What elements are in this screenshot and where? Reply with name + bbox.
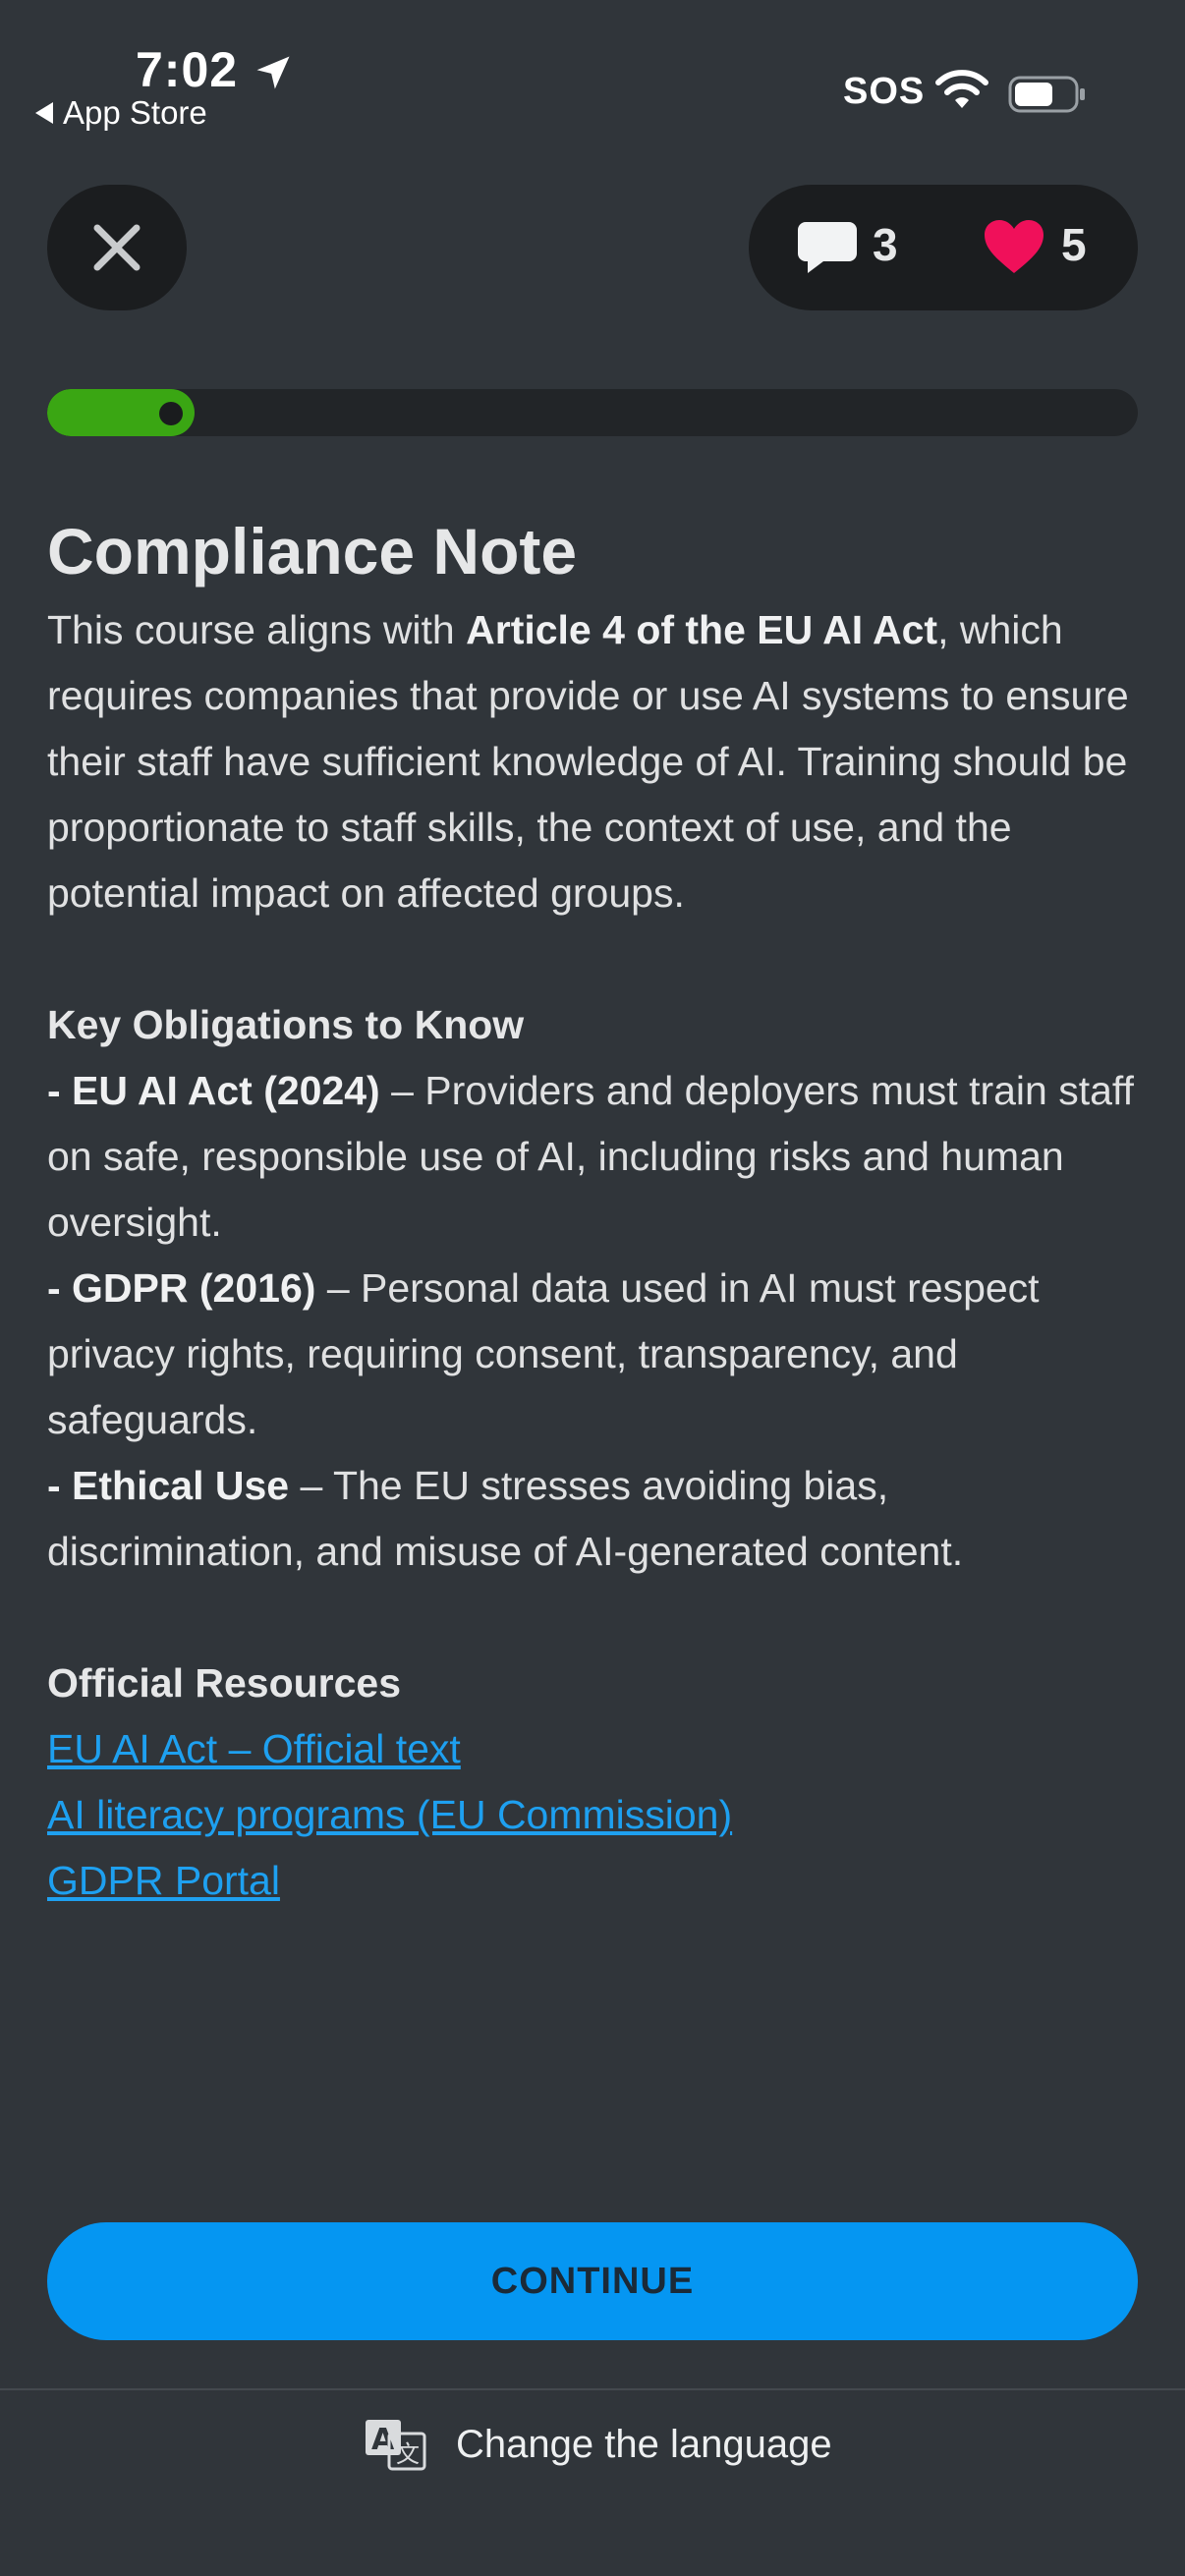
obligation-item: - EU AI Act (2024) – Providers and deplo… [47, 1058, 1148, 1256]
footer-divider [0, 2388, 1185, 2390]
hearts-count: 5 [1061, 219, 1087, 270]
back-to-app-store[interactable]: App Store [35, 94, 207, 132]
heart-icon[interactable] [983, 218, 1045, 277]
translate-icon: A 文 [366, 2420, 426, 2471]
continue-button[interactable]: CONTINUE [47, 2222, 1138, 2340]
wifi-icon [935, 70, 988, 108]
change-language-label: Change the language [456, 2422, 832, 2466]
svg-text:文: 文 [396, 2440, 420, 2468]
obligation-label: - EU AI Act (2024) [47, 1068, 380, 1113]
resources-heading: Official Resources [47, 1660, 402, 1706]
status-time: 7:02 [136, 42, 239, 97]
link-eu-ai-act[interactable]: EU AI Act – Official text [47, 1716, 1148, 1782]
location-arrow-icon [256, 56, 290, 89]
lesson-progress-bar [47, 389, 1138, 436]
close-button[interactable] [47, 185, 187, 310]
obligations-heading: Key Obligations to Know [47, 1002, 525, 1047]
comments-count: 3 [873, 219, 898, 270]
svg-text:A: A [371, 2423, 395, 2457]
intro-text-1: This course aligns with [47, 607, 467, 652]
status-bar: 7:02 App Store SOS [0, 0, 1185, 157]
link-ai-literacy-programs[interactable]: AI literacy programs (EU Commission) [47, 1782, 1148, 1848]
obligation-item: - GDPR (2016) – Personal data used in AI… [47, 1256, 1148, 1453]
back-triangle-icon [35, 102, 53, 124]
obligation-label: - GDPR (2016) [47, 1265, 316, 1311]
progress-indicator-dot [159, 402, 183, 425]
obligation-item: - Ethical Use – The EU stresses avoiding… [47, 1453, 1148, 1585]
page-title: Compliance Note [47, 515, 578, 588]
comment-icon[interactable] [796, 218, 859, 277]
carrier-sos: SOS [843, 71, 926, 112]
intro-text-2: , which requires companies that provide … [47, 607, 1129, 916]
intro-bold-article: Article 4 of the EU AI Act [466, 607, 938, 652]
intro-paragraph: This course aligns with Article 4 of the… [47, 597, 1148, 926]
change-language-button[interactable]: A 文 Change the language [364, 2415, 832, 2474]
stats-pill: 3 5 [749, 185, 1138, 310]
back-app-label: App Store [63, 94, 207, 131]
obligation-label: - Ethical Use [47, 1463, 290, 1508]
link-gdpr-portal[interactable]: GDPR Portal [47, 1848, 1148, 1914]
lesson-content: Compliance Note This course aligns with … [47, 511, 1148, 1914]
close-icon [93, 224, 141, 271]
battery-icon [1008, 76, 1085, 113]
